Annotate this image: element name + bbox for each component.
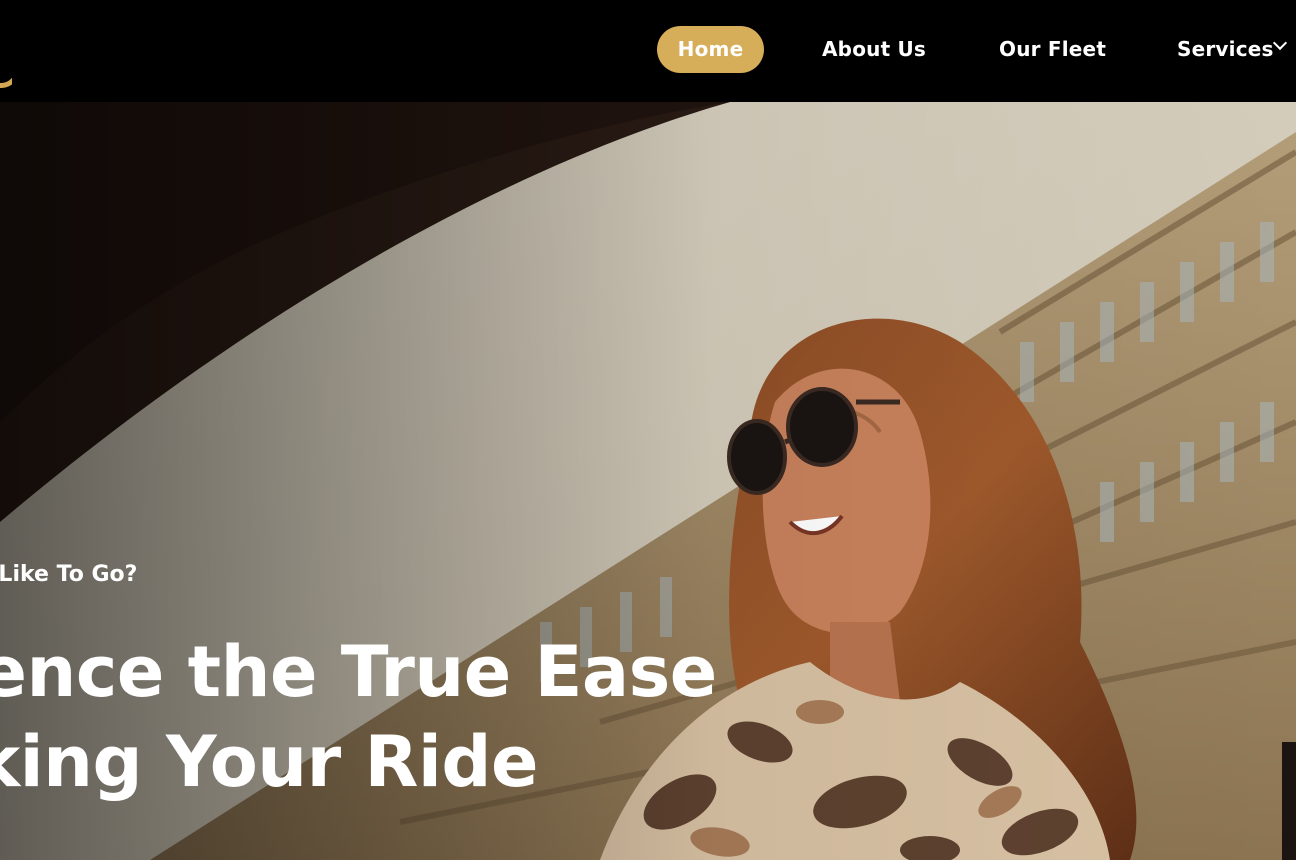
nav-our-fleet[interactable]: Our Fleet bbox=[999, 26, 1106, 73]
chevron-down-icon[interactable] bbox=[1272, 35, 1288, 51]
top-navigation: Home About Us Our Fleet Services bbox=[0, 0, 1296, 102]
nav-services[interactable]: Services bbox=[1177, 26, 1274, 73]
hero-headline-line-1: rience the True Ease bbox=[0, 631, 717, 713]
logo[interactable] bbox=[0, 0, 12, 102]
hero-headline-line-2: oking Your Ride bbox=[0, 721, 539, 803]
nav-about-us[interactable]: About Us bbox=[822, 26, 926, 73]
logo-icon bbox=[0, 44, 12, 94]
hero-section: ou Like To Go? rience the True Ease okin… bbox=[0, 102, 1296, 860]
hero-text-block: ou Like To Go? rience the True Ease okin… bbox=[0, 102, 1296, 860]
page: Home About Us Our Fleet Services Like To… bbox=[0, 0, 1296, 860]
nav-home[interactable]: Home bbox=[657, 26, 764, 73]
hero-eyebrow: ou Like To Go? bbox=[0, 562, 138, 587]
